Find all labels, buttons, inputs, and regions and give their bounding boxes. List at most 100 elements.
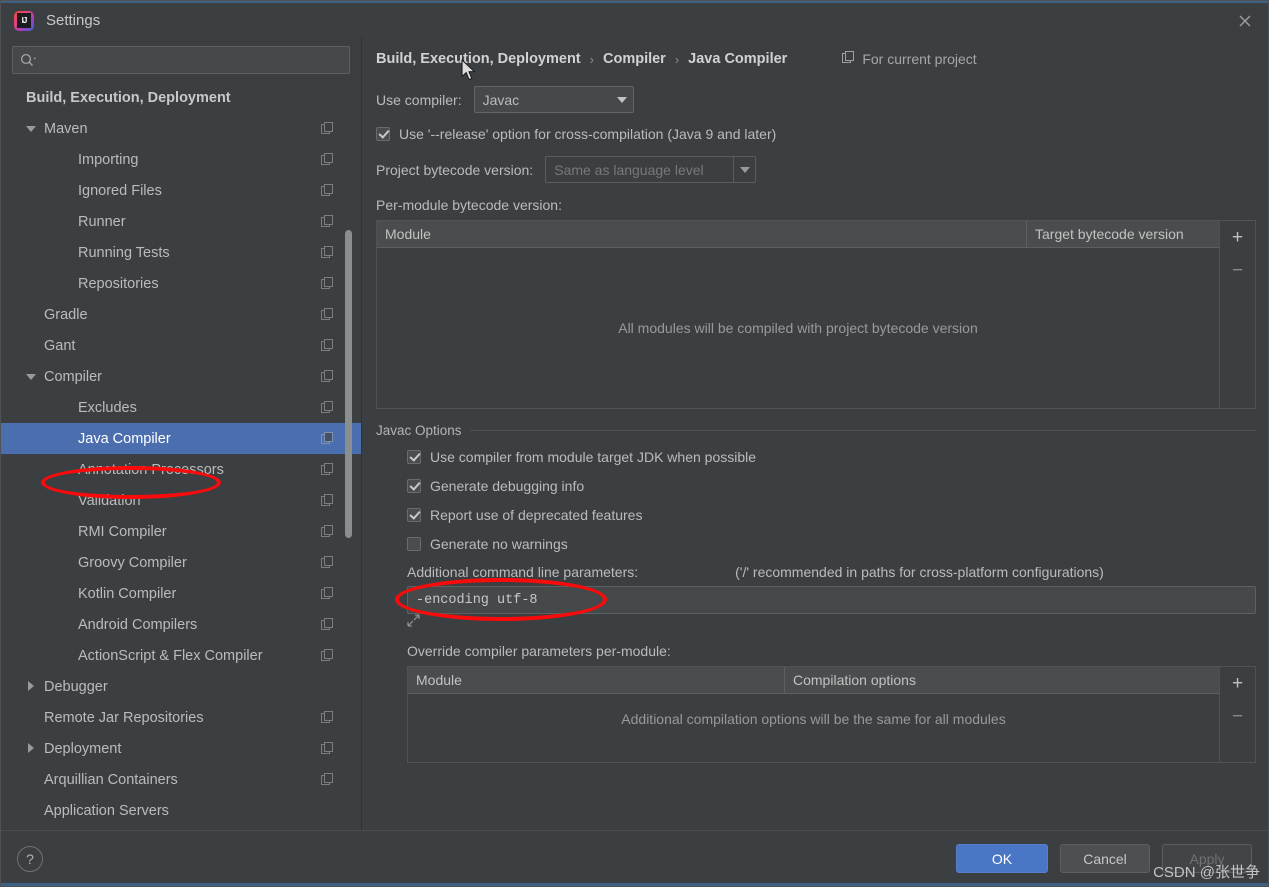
column-header-compilation-options[interactable]: Compilation options — [784, 667, 1219, 693]
sidebar-item-excludes[interactable]: Excludes — [1, 392, 361, 423]
javac-checkbox-0[interactable]: Use compiler from module target JDK when… — [407, 442, 1256, 471]
project-bytecode-select[interactable]: Same as language level — [545, 156, 757, 183]
column-header-module[interactable]: Module — [377, 221, 1026, 247]
sidebar-item-label: RMI Compiler — [78, 523, 167, 540]
chevron-right-icon[interactable] — [25, 742, 38, 755]
add-override-button[interactable]: + — [1226, 671, 1250, 695]
copy-badge-icon — [321, 618, 334, 631]
use-compiler-label: Use compiler: — [376, 91, 462, 108]
sidebar-item-maven[interactable]: Maven — [1, 113, 361, 144]
checkbox-indicator — [376, 126, 390, 141]
module-table-container: Module Target bytecode version All modul… — [376, 213, 1256, 409]
breadcrumb-item-0[interactable]: Build, Execution, Deployment — [376, 51, 581, 67]
sidebar-item-label: Groovy Compiler — [78, 554, 187, 571]
javac-checkbox-3[interactable]: Generate no warnings — [407, 529, 1256, 558]
javac-options-body: Use compiler from module target JDK when… — [376, 438, 1256, 763]
sidebar-item-importing[interactable]: Importing — [1, 144, 361, 175]
additional-params-container: -encoding utf-8 — [395, 578, 1256, 630]
override-table-container: Module Compilation options Additional co… — [407, 659, 1256, 763]
sidebar-item-remote-jar-repositories[interactable]: Remote Jar Repositories — [1, 702, 361, 733]
sidebar-item-label: Excludes — [78, 399, 137, 416]
release-option-label: Use '--release' option for cross-compila… — [399, 125, 777, 142]
release-option-checkbox[interactable]: Use '--release' option for cross-compila… — [376, 119, 1256, 148]
sidebar-item-validation[interactable]: Validation — [1, 485, 361, 516]
add-module-button[interactable]: + — [1226, 225, 1250, 249]
sidebar-item-debugger[interactable]: Debugger — [1, 671, 361, 702]
close-icon[interactable] — [1222, 3, 1268, 39]
use-compiler-select[interactable]: Javac — [473, 86, 634, 113]
sidebar-item-kotlin-compiler[interactable]: Kotlin Compiler — [1, 578, 361, 609]
module-table[interactable]: Module Target bytecode version All modul… — [376, 220, 1220, 409]
sidebar-item-label: Gant — [44, 337, 76, 354]
sidebar-item-label: Repositories — [78, 275, 159, 292]
sidebar-item-annotation-processors[interactable]: Annotation Processors — [1, 454, 361, 485]
sidebar-item-label: Kotlin Compiler — [78, 585, 177, 602]
chevron-down-icon[interactable] — [25, 370, 38, 383]
copy-badge-icon — [321, 773, 334, 786]
sidebar-scrollbar[interactable] — [345, 230, 352, 538]
search-input[interactable] — [37, 51, 343, 69]
apply-button: Apply — [1162, 844, 1252, 873]
sidebar-item-label: Deployment — [44, 740, 122, 757]
sidebar-item-running-tests[interactable]: Running Tests — [1, 237, 361, 268]
use-compiler-row: Use compiler: Javac — [376, 86, 1256, 113]
sidebar-item-java-compiler[interactable]: Java Compiler — [1, 423, 361, 454]
additional-params-row: Additional command line parameters: ('/'… — [407, 564, 1256, 580]
sidebar-item-gradle[interactable]: Gradle — [1, 299, 361, 330]
help-button[interactable]: ? — [17, 845, 43, 872]
expand-icon[interactable] — [407, 614, 420, 630]
sidebar-item-deployment[interactable]: Deployment — [1, 733, 361, 764]
checkbox-indicator — [407, 507, 421, 522]
column-header-target-bytecode[interactable]: Target bytecode version — [1026, 221, 1219, 247]
sidebar-item-ignored-files[interactable]: Ignored Files — [1, 175, 361, 206]
copy-badge-icon — [321, 649, 334, 662]
cancel-button[interactable]: Cancel — [1060, 844, 1150, 873]
sidebar-item-android-compilers[interactable]: Android Compilers — [1, 609, 361, 640]
sidebar-item-compiler[interactable]: Compiler — [1, 361, 361, 392]
sidebar-item-label: Validation — [78, 492, 141, 509]
footer-buttons: OK Cancel Apply — [956, 844, 1252, 873]
copy-badge-icon — [321, 401, 334, 414]
project-bytecode-row: Project bytecode version: Same as langua… — [376, 156, 1256, 183]
column-header-module[interactable]: Module — [408, 667, 784, 693]
settings-dialog: Settings — [0, 0, 1269, 887]
checkbox-indicator — [407, 449, 421, 464]
chevron-right-icon[interactable] — [25, 680, 38, 693]
dialog-body: Build, Execution, Deployment Maven Importi… — [1, 38, 1268, 830]
sidebar-item-actionscript-flex-compiler[interactable]: ActionScript & Flex Compiler — [1, 640, 361, 671]
scope-indicator: For current project — [842, 51, 977, 67]
additional-params-hint: ('/' recommended in paths for cross-plat… — [735, 564, 1104, 580]
chevron-down-icon[interactable] — [25, 122, 38, 135]
sidebar-item-groovy-compiler[interactable]: Groovy Compiler — [1, 547, 361, 578]
copy-badge-icon — [321, 587, 334, 600]
additional-params-value: -encoding utf-8 — [416, 592, 538, 608]
sidebar-item-label: ActionScript & Flex Compiler — [78, 647, 263, 664]
sidebar-item-build-execution-deployment[interactable]: Build, Execution, Deployment — [1, 82, 361, 113]
search-box[interactable] — [12, 46, 350, 74]
settings-sidebar: Build, Execution, Deployment Maven Importi… — [1, 38, 362, 830]
sidebar-item-arquillian-containers[interactable]: Arquillian Containers — [1, 764, 361, 795]
copy-badge-icon — [321, 370, 334, 383]
settings-tree[interactable]: Build, Execution, Deployment Maven Importi… — [1, 80, 361, 830]
javac-checkbox-1[interactable]: Generate debugging info — [407, 471, 1256, 500]
module-table-empty-text: All modules will be compiled with projec… — [618, 320, 978, 336]
module-table-actions: + − — [1220, 220, 1256, 409]
ok-button[interactable]: OK — [956, 844, 1048, 873]
sidebar-item-label: Build, Execution, Deployment — [26, 89, 231, 106]
override-table-body: Additional compilation options will be t… — [408, 694, 1219, 762]
remove-override-button[interactable]: − — [1226, 704, 1250, 728]
sidebar-item-repositories[interactable]: Repositories — [1, 268, 361, 299]
javac-checkbox-2[interactable]: Report use of deprecated features — [407, 500, 1256, 529]
sidebar-item-runner[interactable]: Runner — [1, 206, 361, 237]
checkbox-indicator — [407, 478, 421, 493]
override-table[interactable]: Module Compilation options Additional co… — [407, 666, 1220, 763]
copy-badge-icon — [321, 246, 334, 259]
breadcrumb-item-1[interactable]: Compiler — [603, 51, 666, 67]
breadcrumb-item-2[interactable]: Java Compiler — [688, 51, 787, 67]
additional-params-input[interactable]: -encoding utf-8 — [407, 586, 1256, 614]
sidebar-item-application-servers[interactable]: Application Servers — [1, 795, 361, 826]
sidebar-item-gant[interactable]: Gant — [1, 330, 361, 361]
sidebar-item-rmi-compiler[interactable]: RMI Compiler — [1, 516, 361, 547]
sidebar-item-label: Android Compilers — [78, 616, 198, 633]
remove-module-button[interactable]: − — [1226, 258, 1250, 282]
